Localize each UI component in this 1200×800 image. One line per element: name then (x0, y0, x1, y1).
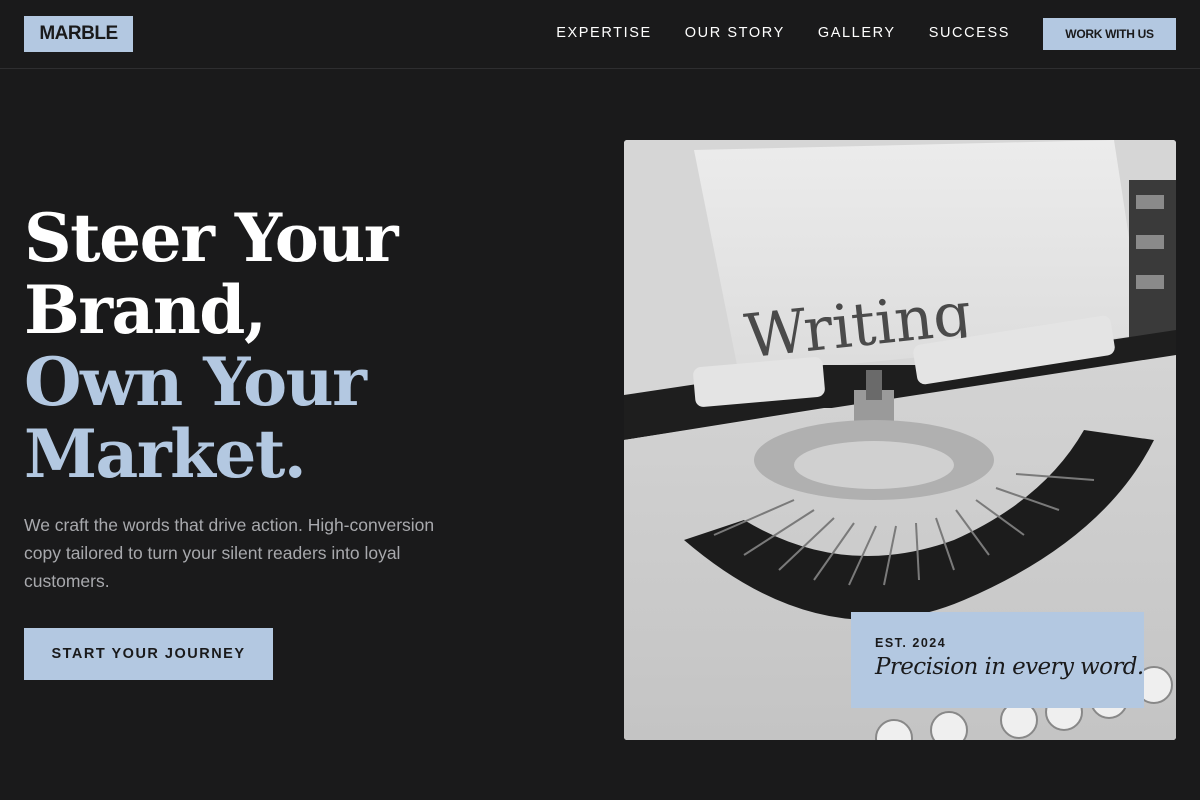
headline-line-4: Market. (24, 415, 307, 493)
headline-line-2: Brand, (24, 271, 267, 349)
established-badge: EST. 2024 Precision in every word. (851, 612, 1144, 708)
hero-subcopy: We craft the words that drive action. Hi… (24, 515, 435, 591)
site-header: MARBLE EXPERTISE OUR STORY GALLERY SUCCE… (0, 0, 1200, 69)
main-nav: EXPERTISE OUR STORY GALLERY SUCCESS (556, 22, 1010, 44)
nav-item-expertise[interactable]: EXPERTISE (556, 25, 652, 41)
nav-item-gallery[interactable]: GALLERY (818, 25, 896, 41)
brand-logo[interactable]: MARBLE (24, 16, 133, 52)
headline-line-1: Steer Your (24, 199, 399, 277)
start-journey-button[interactable]: START YOUR JOURNEY (24, 628, 273, 680)
nav-item-our-story[interactable]: OUR STORY (685, 25, 785, 41)
nav-item-success[interactable]: SUCCESS (929, 25, 1010, 41)
badge-eyebrow: EST. 2024 (875, 636, 947, 650)
work-with-us-button[interactable]: WORK WITH US (1043, 18, 1176, 50)
hero-headline: Steer Your Brand, Own Your Market. (24, 202, 544, 490)
badge-tagline: Precision in every word. (875, 654, 1144, 680)
headline-line-3: Own Your (24, 343, 367, 421)
